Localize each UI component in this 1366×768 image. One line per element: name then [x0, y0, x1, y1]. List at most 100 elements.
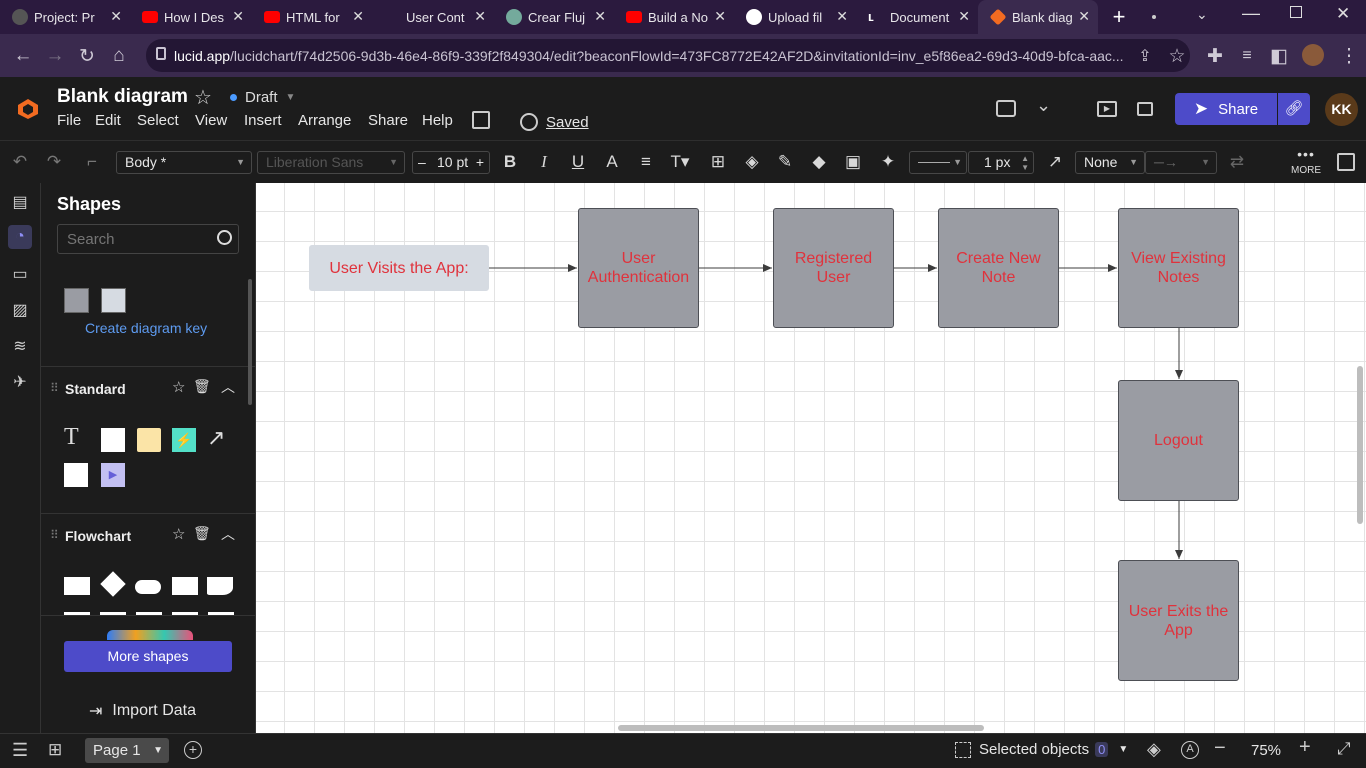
opacity-icon[interactable]: ◆ [807, 150, 831, 174]
video-icon[interactable] [1137, 102, 1153, 116]
draft-status[interactable]: Draft ▼ [230, 89, 295, 106]
document-title[interactable]: Blank diagram [57, 86, 188, 108]
add-page-icon[interactable]: + [184, 741, 202, 759]
data-icon[interactable]: ≋ [8, 335, 32, 359]
horizontal-scrollbar[interactable] [618, 725, 984, 731]
browser-tab[interactable]: User Cont ✕ [372, 0, 494, 34]
magic-wand-icon[interactable]: ✦ [876, 150, 900, 174]
saved-link[interactable]: Saved [546, 114, 589, 131]
arrow-start-select[interactable]: None ▼ [1075, 151, 1145, 174]
close-tab-icon[interactable]: ✕ [474, 8, 486, 25]
vertical-scrollbar[interactable] [1357, 366, 1363, 524]
menu-arrange[interactable]: Arrange [298, 112, 351, 129]
share-link-button[interactable]: 🔗︎ [1278, 93, 1310, 125]
video-shape-icon[interactable]: ▶ [101, 463, 125, 487]
panel-toggle-icon[interactable] [1337, 153, 1355, 171]
flow-node-visits[interactable]: User Visits the App: [309, 245, 489, 291]
minus-icon[interactable]: – [418, 152, 426, 173]
drag-handle-icon[interactable]: ⠿ [50, 381, 59, 395]
close-tab-icon[interactable]: ✕ [1078, 8, 1090, 25]
browser-menu-icon[interactable]: ⋮ [1334, 41, 1364, 71]
search-input[interactable] [58, 225, 208, 253]
text-color-icon[interactable]: A [600, 150, 624, 174]
browser-tab[interactable]: Build a No ✕ [614, 0, 734, 34]
create-diagram-key-link[interactable]: Create diagram key [85, 320, 207, 336]
flow-node-logout[interactable]: Logout [1118, 380, 1239, 501]
page-tab[interactable]: Page 1 ▼ [85, 738, 169, 763]
menu-file[interactable]: File [57, 112, 81, 129]
swap-arrows-icon[interactable]: ⇄ [1225, 150, 1249, 174]
window-icon[interactable]: ▭ [8, 263, 32, 287]
position-icon[interactable]: ⊞ [706, 150, 730, 174]
menu-view[interactable]: View [195, 112, 227, 129]
rectangle-shape-icon[interactable] [101, 428, 125, 452]
star-icon[interactable]: ☆ [172, 378, 185, 396]
share-button[interactable]: ➤ Share [1175, 93, 1277, 125]
star-icon[interactable]: ☆ [172, 525, 185, 543]
minimize-icon[interactable]: — [1242, 3, 1260, 24]
caret-down-icon[interactable]: ▼ [153, 738, 163, 763]
image-shape-icon[interactable] [64, 463, 88, 487]
redo-icon[interactable]: ↷ [42, 150, 66, 174]
text-options-icon[interactable]: T▾ [668, 150, 692, 174]
import-data-button[interactable]: ⇥ Import Data [89, 701, 196, 721]
close-tab-icon[interactable]: ✕ [714, 8, 726, 25]
image-icon[interactable]: ▨ [8, 299, 32, 323]
text-style-select[interactable]: Body * ▼ [116, 151, 252, 174]
more-button[interactable]: ••• MORE [1288, 147, 1324, 176]
italic-icon[interactable]: I [532, 150, 556, 174]
close-tab-icon[interactable]: ✕ [110, 8, 122, 25]
text-shape-icon[interactable]: T [64, 424, 79, 451]
align-icon[interactable]: ≡ [634, 150, 658, 174]
bookmark-star-icon[interactable]: ☆ [1162, 41, 1192, 71]
note-shape-icon[interactable] [137, 428, 161, 452]
menu-insert[interactable]: Insert [244, 112, 282, 129]
swatch-gray[interactable] [64, 288, 89, 313]
trash-icon[interactable]: 🗑︎ [193, 378, 211, 395]
format-painter-icon[interactable]: ⌐ [80, 150, 104, 174]
zoom-out-icon[interactable]: − [1214, 737, 1226, 760]
url-field[interactable]: lucid.app/lucidchart/f74d2506-9d3b-46e4-… [146, 39, 1190, 72]
flow-node-exit[interactable]: User Exits the App [1118, 560, 1239, 681]
flow-node-registered[interactable]: Registered User [773, 208, 894, 328]
rocket-icon[interactable]: ✈ [8, 371, 32, 395]
user-avatar[interactable]: KK [1325, 93, 1358, 126]
close-tab-icon[interactable]: ✕ [232, 8, 244, 25]
font-select[interactable]: Liberation Sans ▼ [257, 151, 405, 174]
plus-icon[interactable]: + [476, 152, 484, 173]
back-icon[interactable]: ← [8, 41, 38, 71]
comments-icon[interactable] [996, 100, 1016, 117]
flow-node-view-notes[interactable]: View Existing Notes [1118, 208, 1239, 328]
accessibility-icon[interactable]: A [1181, 741, 1199, 759]
close-tab-icon[interactable]: ✕ [958, 8, 970, 25]
lucid-logo-icon[interactable] [17, 98, 39, 120]
browser-tab[interactable]: Crear Fluj ✕ [494, 0, 614, 34]
profile-avatar[interactable] [1302, 44, 1324, 66]
shapes-icon[interactable]: ◔ [8, 225, 32, 249]
close-tab-icon[interactable]: ✕ [836, 8, 848, 25]
chevron-down-icon[interactable]: ⌄ [1036, 95, 1051, 116]
share-page-icon[interactable]: ⇪ [1130, 41, 1160, 71]
menu-share[interactable]: Share [368, 112, 408, 129]
terminator-shape-icon[interactable] [135, 580, 161, 594]
browser-tab[interactable]: ʟ Document ✕ [856, 0, 978, 34]
favorite-star-icon[interactable]: ☆ [194, 85, 212, 110]
drag-handle-icon[interactable]: ⠿ [50, 528, 59, 542]
line-shape-icon[interactable]: ↗ [207, 425, 225, 451]
menu-select[interactable]: Select [137, 112, 179, 129]
new-tab-button[interactable]: + [1106, 4, 1132, 30]
fill-color-icon[interactable]: ◈ [740, 150, 764, 174]
close-tab-icon[interactable]: ✕ [594, 8, 606, 25]
browser-tab[interactable]: HTML for ✕ [252, 0, 372, 34]
shadow-icon[interactable]: ▣ [841, 150, 865, 174]
flow-node-authentication[interactable]: User Authentication [578, 208, 699, 328]
process-shape-icon[interactable] [64, 577, 90, 595]
document-shape-icon[interactable] [207, 577, 233, 595]
shapes-search-box[interactable] [57, 224, 239, 254]
underline-icon[interactable]: U [566, 150, 590, 174]
arrow-end-select[interactable]: ─→ ▼ [1145, 151, 1217, 174]
pages-icon[interactable]: ▤ [8, 191, 32, 215]
process-shape-icon[interactable] [172, 577, 198, 595]
media-icon[interactable]: ≡ [1232, 41, 1262, 71]
sidepanel-icon[interactable]: ◧ [1264, 41, 1294, 71]
